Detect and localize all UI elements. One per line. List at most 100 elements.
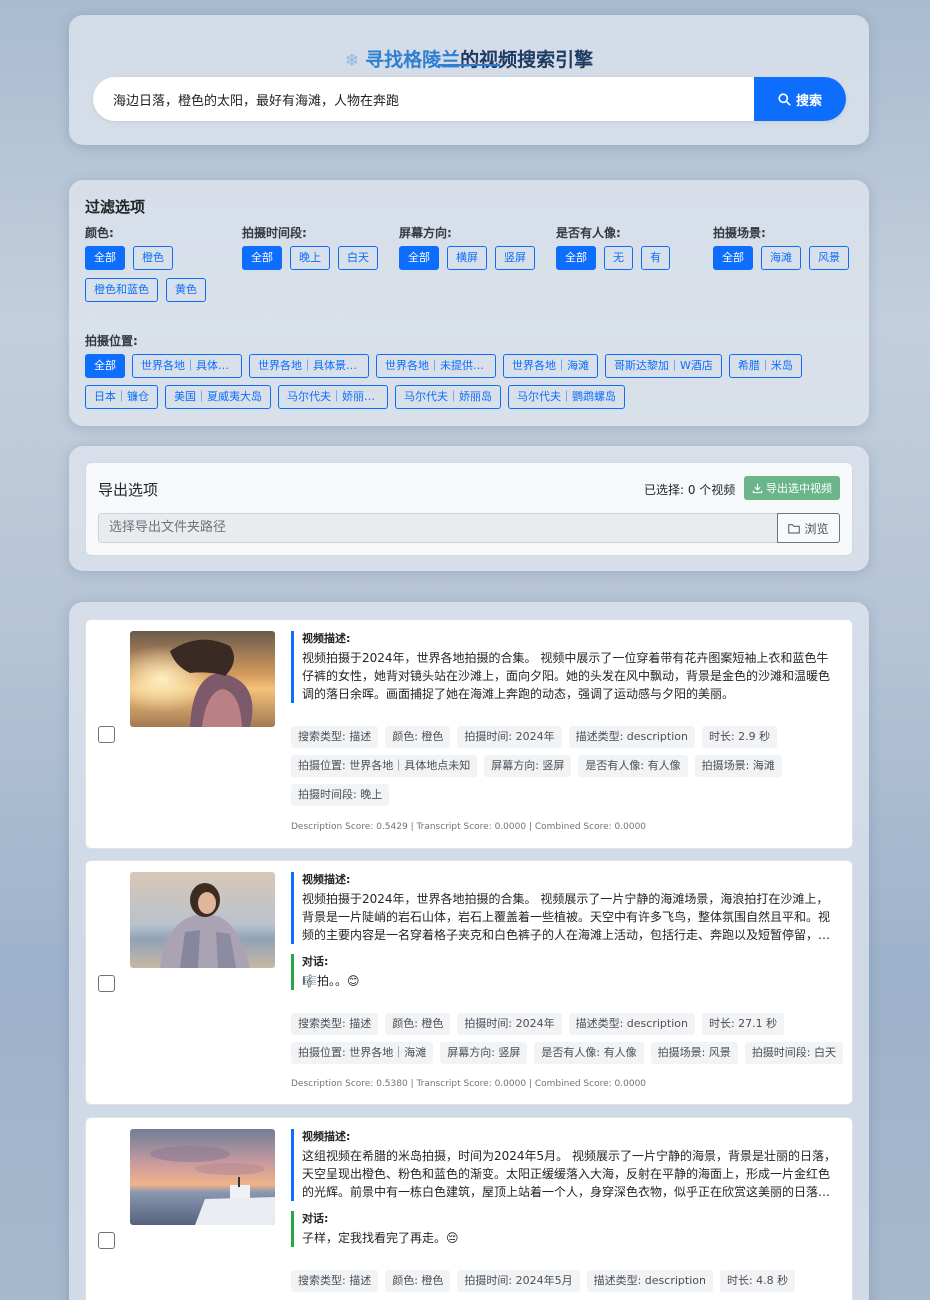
export-folder-input[interactable]: 选择导出文件夹路径	[98, 513, 778, 543]
filter-chip[interactable]: 有	[641, 246, 670, 270]
filter-chip[interactable]: 竖屏	[495, 246, 535, 270]
search-button[interactable]: 搜索	[754, 77, 846, 121]
tag: 描述类型: description	[568, 726, 695, 748]
result-card: 视频描述: 视频拍摄于2024年，世界各地拍摄的合集。 视频展示了一片宁静的海滩…	[85, 860, 853, 1105]
export-card: 导出选项 已选择: 0 个视频 导出选中视频 选择导出文件夹路径 浏览	[85, 462, 853, 556]
filter-chip[interactable]: 哥斯达黎加｜W酒店	[605, 354, 722, 378]
filter-chip[interactable]: 橙色	[133, 246, 173, 270]
filter-label: 拍摄场景:	[713, 226, 766, 240]
filter-chip[interactable]: 无	[604, 246, 633, 270]
tag-list: 搜索类型: 描述 颜色: 橙色 拍摄时间: 2024年5月 描述类型: desc…	[291, 1270, 846, 1292]
tag: 时长: 27.1 秒	[701, 1013, 785, 1035]
result-card: 视频描述: 这组视频在希腊的米岛拍摄，时间为2024年5月。 视频展示了一片宁静…	[85, 1117, 853, 1300]
filter-label: 拍摄位置:	[85, 334, 138, 348]
filter-chip[interactable]: 全部	[399, 246, 439, 270]
description-label: 视频描述:	[302, 873, 351, 886]
filter-label: 颜色:	[85, 226, 114, 240]
dialogue-label: 对话:	[302, 1212, 329, 1225]
tag: 搜索类型: 描述	[291, 726, 379, 748]
filter-chip[interactable]: 世界各地｜海滩	[503, 354, 598, 378]
tag: 拍摄时间段: 白天	[744, 1042, 844, 1064]
export-panel: 导出选项 已选择: 0 个视频 导出选中视频 选择导出文件夹路径 浏览	[69, 446, 869, 571]
browse-button-label: 浏览	[804, 521, 829, 536]
description-block: 视频描述: 这组视频在希腊的米岛拍摄，时间为2024年5月。 视频展示了一片宁静…	[291, 1129, 837, 1201]
filter-chip[interactable]: 全部	[85, 354, 125, 378]
filter-chip[interactable]: 马尔代夫｜鹦鹉螺岛	[508, 385, 625, 409]
filter-group-location: 拍摄位置: 全部 世界各地｜具体地点未知 世界各地｜具体景点未知 世界各地｜未提…	[85, 332, 855, 409]
description-label: 视频描述:	[302, 1130, 351, 1143]
filter-group-color: 颜色: 全部 橙色 橙色和蓝色 黄色	[85, 224, 215, 302]
filter-chip[interactable]: 全部	[713, 246, 753, 270]
tag: 拍摄场景: 风景	[650, 1042, 738, 1064]
selected-count: 已选择: 0 个视频	[644, 483, 736, 497]
tag: 颜色: 橙色	[385, 726, 451, 748]
description-text: 视频拍摄于2024年，世界各地拍摄的合集。 视频展示了一片宁静的海滩场景，海浪拍…	[302, 892, 831, 942]
tag: 拍摄场景: 海滩	[694, 755, 782, 777]
tag: 拍摄位置: 世界各地｜海滩	[291, 1042, 434, 1064]
search-header-panel: ❄寻找格陵兰的视频搜索引擎 搜索	[69, 15, 869, 145]
filter-chip[interactable]: 橙色和蓝色	[85, 278, 158, 302]
description-label: 视频描述:	[302, 632, 351, 645]
select-checkbox[interactable]	[98, 726, 115, 743]
tag: 描述类型: description	[586, 1270, 713, 1292]
filter-chip[interactable]: 世界各地｜具体景点未知	[249, 354, 369, 378]
tag: 时长: 2.9 秒	[701, 726, 778, 748]
filter-chip[interactable]: 晚上	[290, 246, 330, 270]
tag: 颜色: 橙色	[385, 1013, 451, 1035]
filter-group-portrait: 是否有人像: 全部 无 有	[556, 224, 706, 270]
tag: 拍摄时间: 2024年5月	[457, 1270, 580, 1292]
description-block: 视频描述: 视频拍摄于2024年，世界各地拍摄的合集。 视频中展示了一位穿着带有…	[291, 631, 837, 703]
tag-list: 搜索类型: 描述 颜色: 橙色 拍摄时间: 2024年 描述类型: descri…	[291, 726, 846, 806]
description-text: 这组视频在希腊的米岛拍摄，时间为2024年5月。 视频展示了一片宁静的海景，背景…	[302, 1149, 836, 1199]
filter-chip[interactable]: 全部	[242, 246, 282, 270]
export-heading: 导出选项	[98, 481, 159, 499]
browse-button[interactable]: 浏览	[777, 513, 840, 543]
filter-group-orientation: 屏幕方向: 全部 横屏 竖屏	[399, 224, 549, 270]
filter-chip[interactable]: 日本｜镰仓	[85, 385, 158, 409]
video-thumbnail[interactable]	[130, 631, 275, 727]
folder-icon	[788, 523, 801, 533]
export-selected-button[interactable]: 导出选中视频	[744, 476, 840, 500]
search-button-label: 搜索	[795, 93, 822, 109]
dialogue-text: 🎼拍。。😊	[302, 974, 360, 988]
tag: 拍摄时间段: 晚上	[291, 784, 390, 806]
search-icon	[778, 92, 791, 106]
tag: 搜索类型: 描述	[291, 1270, 379, 1292]
filter-chip[interactable]: 美国｜夏威夷大岛	[165, 385, 271, 409]
filter-chip[interactable]: 风景	[809, 246, 849, 270]
export-button-label: 导出选中视频	[766, 482, 832, 495]
filter-chip[interactable]: 白天	[338, 246, 378, 270]
filter-chip[interactable]: 全部	[556, 246, 596, 270]
tag: 屏幕方向: 竖屏	[484, 755, 572, 777]
score-line: Description Score: 0.5429 | Transcript S…	[291, 822, 647, 832]
score-line: Description Score: 0.5380 | Transcript S…	[291, 1079, 647, 1089]
filter-chip[interactable]: 希腊｜米岛	[728, 354, 802, 378]
snowflake-icon: ❄	[344, 51, 360, 71]
filter-chip[interactable]: 横屏	[447, 246, 487, 270]
filter-chip[interactable]: 马尔代夫｜娇丽beiach	[278, 385, 388, 409]
filter-chip[interactable]: 世界各地｜未提供具体地点	[376, 354, 496, 378]
filters-heading: 过滤选项	[85, 198, 146, 216]
filter-chip[interactable]: 全部	[85, 246, 125, 270]
tag-list: 搜索类型: 描述 颜色: 橙色 拍摄时间: 2024年 描述类型: descri…	[291, 1013, 846, 1064]
select-checkbox[interactable]	[98, 1232, 115, 1249]
filter-chip[interactable]: 黄色	[166, 278, 206, 302]
tag: 描述类型: description	[568, 1013, 695, 1035]
page-title: ❄ 寻找格陵兰的视频搜索引擎	[344, 49, 594, 71]
filter-label: 是否有人像:	[556, 226, 621, 240]
search-bar: 搜索	[93, 77, 846, 121]
video-thumbnail[interactable]	[130, 872, 275, 968]
filter-group-time-of-day: 拍摄时间段: 全部 晚上 白天	[242, 224, 392, 270]
title-underline	[438, 64, 500, 66]
filter-chip[interactable]: 世界各地｜具体地点未知	[132, 354, 242, 378]
select-checkbox[interactable]	[98, 975, 115, 992]
video-thumbnail[interactable]	[130, 1129, 275, 1225]
tag: 拍摄时间: 2024年	[457, 1013, 562, 1035]
filter-chip[interactable]: 马尔代夫｜娇丽岛	[395, 385, 501, 409]
search-input[interactable]	[93, 77, 754, 121]
filters-panel: 过滤选项 颜色: 全部 橙色 橙色和蓝色 黄色 拍摄时间段: 全部 晚上 白天 …	[69, 180, 869, 426]
filter-group-scene: 拍摄场景: 全部 海滩 风景	[713, 224, 863, 270]
filter-chip[interactable]: 海滩	[761, 246, 801, 270]
result-card: 视频描述: 视频拍摄于2024年，世界各地拍摄的合集。 视频中展示了一位穿着带有…	[85, 619, 853, 849]
tag: 拍摄位置: 世界各地｜具体地点未知	[291, 755, 478, 777]
